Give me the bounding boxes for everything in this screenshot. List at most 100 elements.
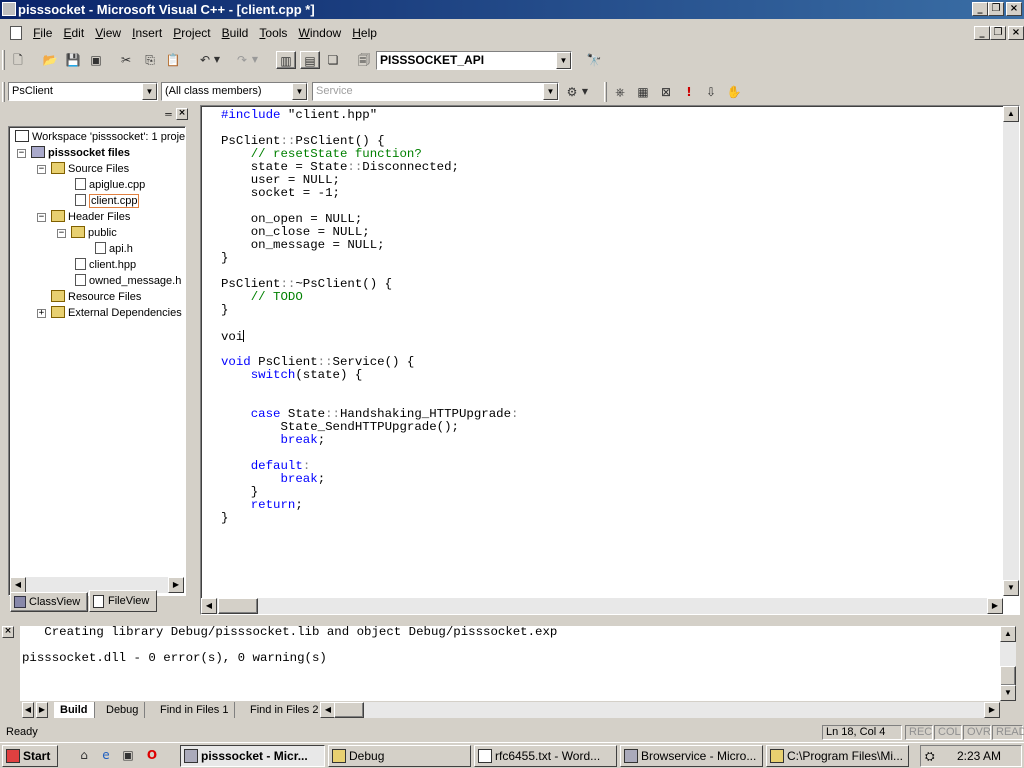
tree-item[interactable]: External Dependencies	[51, 305, 182, 321]
save-all-icon[interactable]: ▣	[86, 51, 106, 69]
close-button[interactable]: ×	[1006, 2, 1022, 16]
app-icon[interactable]	[2, 2, 16, 16]
code-line[interactable]: // TODO	[221, 291, 518, 304]
tree-item[interactable]: owned_message.h	[75, 273, 181, 289]
task-wordpad[interactable]: rfc6455.txt - Word...	[474, 745, 617, 767]
code-line[interactable]: socket = -1;	[221, 187, 518, 200]
output-toggle-icon[interactable]: ▤	[300, 51, 320, 69]
task-debug-folder[interactable]: Debug	[328, 745, 471, 767]
find-in-files-icon[interactable]: 🗐	[354, 51, 374, 69]
code-line[interactable]: #include "client.hpp"	[221, 109, 518, 122]
breakpoint-hand-icon[interactable]: ✋	[724, 83, 744, 101]
minimize-button[interactable]: _	[972, 2, 988, 16]
editor-hscrollbar[interactable]: ◀ ▶	[201, 598, 1003, 614]
tab-fileview[interactable]: FileView	[89, 590, 157, 612]
hscroll-thumb[interactable]	[218, 598, 258, 614]
paste-icon[interactable]: 📋	[163, 51, 183, 69]
tree-item[interactable]: Header Files	[51, 209, 130, 225]
title-bar[interactable]: pisssocket - Microsoft Visual C++ - [cli…	[0, 0, 1024, 19]
wizard-action-dropdown-icon[interactable]: ▼	[580, 83, 590, 101]
menu-help[interactable]: Help	[348, 22, 381, 44]
menu-tools[interactable]: Tools	[255, 22, 291, 44]
tree-item[interactable]: apiglue.cpp	[75, 177, 145, 193]
tab-scroll-left-icon[interactable]: ◀	[22, 702, 34, 718]
menu-window[interactable]: Window	[294, 22, 345, 44]
code-line[interactable]	[221, 382, 518, 395]
tree-item[interactable]: Resource Files	[51, 289, 141, 305]
output-hscrollbar[interactable]: ◀ ▶	[320, 702, 1000, 718]
execute-icon[interactable]: !	[679, 83, 699, 101]
opera-icon[interactable]: O	[142, 746, 162, 764]
chevron-down-icon[interactable]: ▼	[543, 83, 558, 100]
panel-close-button[interactable]: ×	[176, 108, 188, 120]
code-line[interactable]: }	[221, 512, 518, 525]
find-binoculars-icon[interactable]: 🔭	[584, 51, 604, 69]
tree-item-selected[interactable]: client.cpp	[75, 193, 140, 209]
internet-explorer-icon[interactable]: e	[96, 746, 116, 764]
maximize-button[interactable]: ❐	[988, 2, 1004, 16]
clock[interactable]: 2:23 AM	[957, 749, 1001, 763]
scroll-right-icon[interactable]: ▶	[984, 702, 1000, 718]
chevron-down-icon[interactable]: ▼	[292, 83, 307, 100]
collapse-icon[interactable]: −	[37, 165, 46, 174]
config-combo[interactable]: PISSSOCKET_API ▼	[376, 51, 572, 70]
scroll-left-icon[interactable]: ◀	[201, 598, 217, 614]
code-line[interactable]: on_message = NULL;	[221, 239, 518, 252]
code-text[interactable]: #include "client.hpp" PsClient::PsClient(…	[221, 109, 518, 525]
open-icon[interactable]: 📂	[40, 51, 60, 69]
output-vscrollbar[interactable]: ▲ ▼	[1000, 626, 1016, 701]
scroll-right-icon[interactable]: ▶	[987, 598, 1003, 614]
hscroll-thumb[interactable]	[334, 702, 364, 718]
show-desktop-icon[interactable]: ⌂	[74, 746, 94, 764]
doc-restore-button[interactable]: ❐	[990, 26, 1006, 40]
doc-minimize-button[interactable]: _	[974, 26, 990, 40]
scroll-down-icon[interactable]: ▼	[1000, 685, 1016, 701]
tab-classview[interactable]: ClassView	[10, 592, 88, 612]
tab-scroll-right-icon[interactable]: ▶	[36, 702, 48, 718]
tree-item[interactable]: api.h	[95, 241, 133, 257]
code-line[interactable]: break;	[221, 473, 518, 486]
task-visual-cpp[interactable]: pisssocket - Micr...	[180, 745, 325, 767]
tab-find-in-files-2[interactable]: Find in Files 2	[244, 702, 326, 718]
menu-view[interactable]: View	[91, 22, 125, 44]
panel-grip[interactable]: ═	[163, 110, 174, 121]
menu-project[interactable]: Project	[169, 22, 214, 44]
window-list-icon[interactable]: ❏	[323, 51, 343, 69]
go-icon[interactable]: ⇩	[701, 83, 721, 101]
start-button[interactable]: Start	[2, 745, 58, 767]
collapse-icon[interactable]: −	[37, 213, 46, 222]
save-icon[interactable]: 💾	[63, 51, 83, 69]
tree-item[interactable]: Source Files	[51, 161, 129, 177]
function-combo[interactable]: Service ▼	[312, 82, 559, 101]
members-combo[interactable]: (All class members) ▼	[161, 82, 308, 101]
class-combo[interactable]: PsClient ▼	[8, 82, 158, 101]
build-icon[interactable]: ▦	[633, 83, 653, 101]
chevron-down-icon[interactable]: ▼	[556, 52, 571, 69]
expand-icon[interactable]: +	[37, 309, 46, 318]
workspace-toggle-icon[interactable]: ▥	[276, 51, 296, 69]
scroll-right-icon[interactable]: ▶	[168, 577, 184, 593]
wizard-action-icon[interactable]: ⚙	[562, 83, 582, 101]
menu-insert[interactable]: Insert	[128, 22, 166, 44]
menu-build[interactable]: Build	[218, 22, 253, 44]
collapse-icon[interactable]: −	[57, 229, 66, 238]
tray-icon[interactable]: ⛭	[925, 749, 939, 763]
stop-build-icon[interactable]: ⊠	[656, 83, 676, 101]
workspace-tree[interactable]: Workspace 'pisssocket': 1 proje − pissso…	[8, 126, 186, 596]
code-line[interactable]: return;	[221, 499, 518, 512]
new-text-file-icon[interactable]: 🗋	[8, 51, 28, 69]
undo-dropdown-icon[interactable]: ▼	[212, 51, 222, 69]
code-line[interactable]: }	[221, 252, 518, 265]
tab-debug[interactable]: Debug	[100, 702, 146, 718]
output-close-button[interactable]: ×	[2, 626, 14, 638]
cut-icon[interactable]: ✂	[116, 51, 136, 69]
collapse-icon[interactable]: −	[17, 149, 26, 158]
scroll-up-icon[interactable]: ▲	[1003, 106, 1019, 122]
tree-item[interactable]: pisssocket files	[31, 145, 130, 161]
code-editor[interactable]: #include "client.hpp" PsClient::PsClient(…	[200, 105, 1020, 615]
doc-close-button[interactable]: ×	[1008, 26, 1024, 40]
tree-item[interactable]: Workspace 'pisssocket': 1 proje	[15, 129, 185, 145]
editor-vscrollbar[interactable]: ▲ ▼	[1003, 106, 1019, 596]
scroll-up-icon[interactable]: ▲	[1000, 626, 1016, 642]
redo-icon[interactable]: ↷	[232, 51, 252, 69]
